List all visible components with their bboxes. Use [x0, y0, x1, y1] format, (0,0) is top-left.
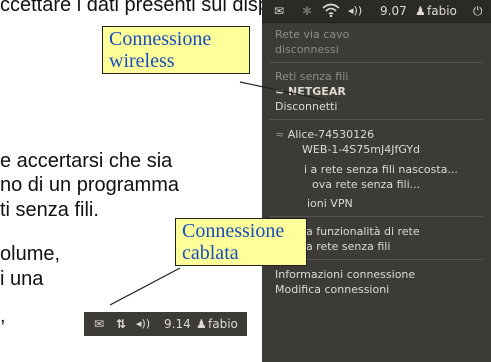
user-name[interactable]: fabio [208, 317, 238, 331]
callout-wireless-line1: Connessione [109, 28, 212, 50]
clock[interactable]: 9.14 [164, 317, 191, 331]
wired-updown-icon[interactable]: ⇅ [116, 317, 126, 331]
wired-indicator-bar: ✉ ⇅ ◂)) 9.14 ♟ fabio ⏻ [84, 312, 247, 336]
volume-icon[interactable]: ◂)) [136, 317, 150, 330]
callout-wireless-line2: wireless [109, 50, 175, 72]
mail-icon[interactable]: ✉ [94, 317, 104, 331]
user-icon: ♟ [196, 317, 207, 331]
callout-wireless: Connessione wireless [102, 26, 250, 74]
callout-wired-line2: cablata [182, 242, 239, 264]
callout-wired-line1: Connessione [182, 220, 285, 242]
callout-wired: Connessione cablata [175, 218, 307, 266]
